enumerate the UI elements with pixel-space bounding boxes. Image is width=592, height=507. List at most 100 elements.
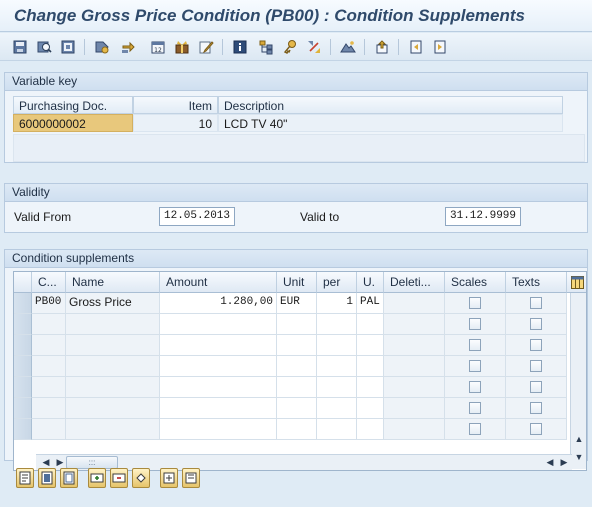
per-cell[interactable] <box>317 419 357 440</box>
scroll-up-icon[interactable]: ▲ <box>573 432 585 446</box>
column-scales[interactable]: Scales <box>445 272 506 293</box>
uom-cell[interactable] <box>357 377 384 398</box>
texts-checkbox[interactable] <box>530 297 542 309</box>
column-unit[interactable]: Unit <box>277 272 317 293</box>
details-button[interactable] <box>16 468 34 488</box>
scroll-far-right-icon[interactable]: ▶ <box>558 455 570 469</box>
calendar-icon[interactable]: 12 <box>150 39 166 55</box>
info-icon[interactable] <box>232 39 248 55</box>
local-file-icon[interactable] <box>60 39 76 55</box>
texts-checkbox[interactable] <box>530 339 542 351</box>
per-cell[interactable] <box>317 314 357 335</box>
uom-cell[interactable] <box>357 314 384 335</box>
unit-cell[interactable] <box>277 377 317 398</box>
texts-checkbox[interactable] <box>530 423 542 435</box>
column-deletion[interactable]: Deleti... <box>384 272 445 293</box>
unit-cell[interactable] <box>277 356 317 377</box>
display-icon[interactable] <box>94 39 110 55</box>
scroll-left-icon[interactable]: ◀ <box>40 455 52 469</box>
variable-key-empty-area <box>13 134 585 162</box>
uom-cell[interactable] <box>357 356 384 377</box>
scales-checkbox[interactable] <box>469 318 481 330</box>
save-icon[interactable] <box>12 39 28 55</box>
cross-reference-icon[interactable] <box>306 39 322 55</box>
column-amount[interactable]: Amount <box>160 272 277 293</box>
undo-button[interactable] <box>132 468 150 488</box>
mountain-icon[interactable] <box>340 39 356 55</box>
row-selector[interactable] <box>14 419 32 440</box>
unit-cell[interactable] <box>277 335 317 356</box>
per-cell[interactable] <box>317 356 357 377</box>
valid-to-field[interactable]: 31.12.9999 <box>445 207 521 226</box>
amount-cell[interactable] <box>160 314 277 335</box>
select-all-button[interactable] <box>38 468 56 488</box>
go-to-icon[interactable] <box>120 39 136 55</box>
previous-page-icon[interactable] <box>408 39 424 55</box>
column-uom[interactable]: U. <box>357 272 384 293</box>
column-texts[interactable]: Texts <box>506 272 567 293</box>
vertical-scrollbar[interactable]: ▲ ▼ <box>570 293 586 469</box>
amount-cell[interactable] <box>160 335 277 356</box>
uom-cell[interactable] <box>357 398 384 419</box>
deselect-all-button[interactable] <box>60 468 78 488</box>
table-row <box>14 419 567 440</box>
amount-cell[interactable]: 1.280,00 <box>160 293 277 314</box>
per-cell[interactable] <box>317 398 357 419</box>
scales-checkbox[interactable] <box>469 381 481 393</box>
key-icon[interactable] <box>282 39 298 55</box>
amount-cell[interactable] <box>160 419 277 440</box>
export-icon[interactable] <box>374 39 390 55</box>
delete-row-button[interactable] <box>110 468 128 488</box>
row-selector[interactable] <box>14 293 32 314</box>
texts-checkbox[interactable] <box>530 381 542 393</box>
uom-cell[interactable]: PAL <box>357 293 384 314</box>
scroll-right-icon[interactable]: ▶ <box>54 455 66 469</box>
column-name[interactable]: Name <box>66 272 160 293</box>
next-page-icon[interactable] <box>432 39 448 55</box>
uom-cell[interactable] <box>357 419 384 440</box>
name-cell: Gross Price <box>66 293 160 314</box>
texts-checkbox[interactable] <box>530 360 542 372</box>
row-selector[interactable] <box>14 377 32 398</box>
add-line-button[interactable] <box>160 468 178 488</box>
scales-checkbox[interactable] <box>469 402 481 414</box>
unit-cell[interactable] <box>277 398 317 419</box>
unit-cell[interactable] <box>277 314 317 335</box>
per-cell[interactable] <box>317 335 357 356</box>
amount-cell[interactable] <box>160 356 277 377</box>
gift-icon[interactable] <box>174 39 190 55</box>
scroll-down-icon[interactable]: ▼ <box>573 450 585 464</box>
unit-cell[interactable] <box>277 419 317 440</box>
uom-cell[interactable] <box>357 335 384 356</box>
find-icon[interactable] <box>36 39 52 55</box>
scales-checkbox[interactable] <box>469 339 481 351</box>
texts-checkbox[interactable] <box>530 402 542 414</box>
name-cell <box>66 335 160 356</box>
unit-cell[interactable]: EUR <box>277 293 317 314</box>
texts-checkbox[interactable] <box>530 318 542 330</box>
row-selector[interactable] <box>14 398 32 419</box>
table-settings-button[interactable] <box>567 272 586 293</box>
scales-checkbox[interactable] <box>469 423 481 435</box>
remove-line-button[interactable] <box>182 468 200 488</box>
per-cell[interactable]: 1 <box>317 293 357 314</box>
insert-row-icon <box>90 471 104 485</box>
column-condition-type[interactable]: C... <box>32 272 66 293</box>
select-all-corner[interactable] <box>14 272 32 293</box>
amount-cell[interactable] <box>160 377 277 398</box>
row-selector[interactable] <box>14 356 32 377</box>
structure-icon[interactable] <box>258 39 274 55</box>
per-cell[interactable] <box>317 377 357 398</box>
scales-checkbox[interactable] <box>469 297 481 309</box>
scales-checkbox[interactable] <box>469 360 481 372</box>
valid-from-field[interactable]: 12.05.2013 <box>159 207 235 226</box>
scroll-far-left-icon[interactable]: ◀ <box>544 455 556 469</box>
amount-cell[interactable] <box>160 398 277 419</box>
insert-row-button[interactable] <box>88 468 106 488</box>
del-cell <box>384 398 445 419</box>
column-per[interactable]: per <box>317 272 357 293</box>
edit-icon[interactable] <box>198 39 214 55</box>
row-selector[interactable] <box>14 314 32 335</box>
row-selector[interactable] <box>14 335 32 356</box>
purchasing-doc-value[interactable]: 6000000002 <box>13 114 133 132</box>
